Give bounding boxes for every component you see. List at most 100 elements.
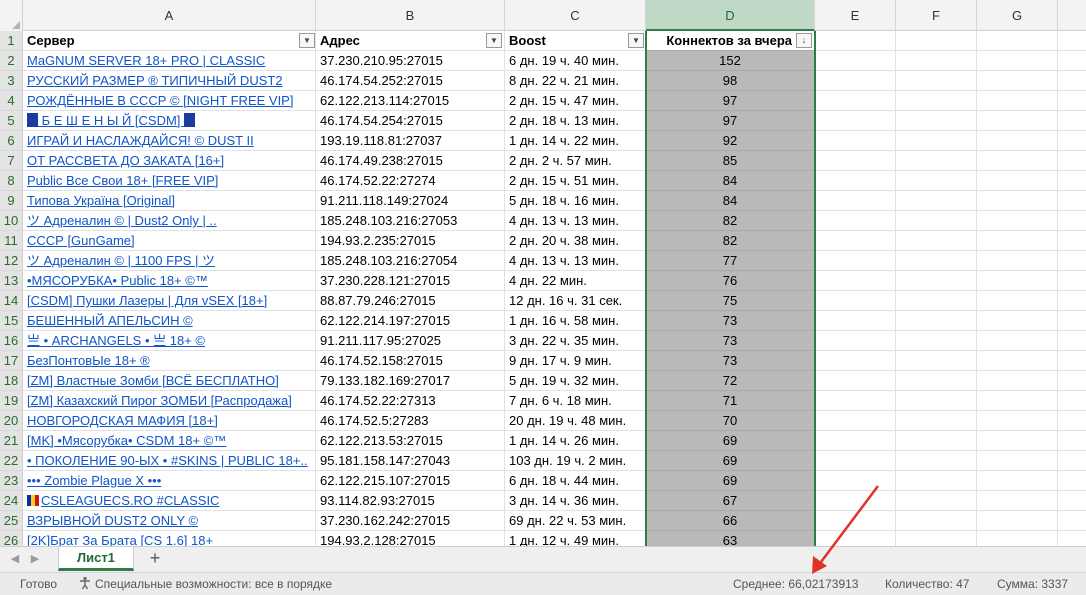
empty-cell[interactable] <box>977 471 1058 491</box>
address-cell[interactable]: 79.133.182.169:27017 <box>316 371 505 391</box>
empty-cell[interactable] <box>815 191 896 211</box>
boost-cell[interactable]: 2 дн. 18 ч. 13 мин. <box>505 111 646 131</box>
connects-cell[interactable]: 98 <box>646 71 815 91</box>
boost-cell[interactable]: 2 дн. 15 ч. 47 мин. <box>505 91 646 111</box>
server-link[interactable]: [CSDM] Пушки Лазеры | Для vSEX [18+] <box>23 291 316 311</box>
empty-cell[interactable] <box>977 211 1058 231</box>
empty-cell[interactable] <box>896 471 977 491</box>
empty-cell[interactable] <box>896 111 977 131</box>
server-link[interactable]: ツ Адреналин © | Dust2 Only | .. <box>23 211 316 231</box>
select-all-corner[interactable] <box>0 0 23 31</box>
header-server[interactable]: Сервер ▼ <box>23 31 316 51</box>
connects-cell[interactable]: 97 <box>646 91 815 111</box>
empty-cell[interactable] <box>896 31 977 51</box>
filter-dropdown-icon[interactable]: ▼ <box>486 33 502 48</box>
empty-cell[interactable] <box>1058 291 1086 311</box>
connects-cell[interactable]: 85 <box>646 151 815 171</box>
boost-cell[interactable]: 103 дн. 19 ч. 2 мин. <box>505 451 646 471</box>
boost-cell[interactable]: 7 дн. 6 ч. 18 мин. <box>505 391 646 411</box>
scroll-tabs-left-icon[interactable]: ◀ <box>8 552 22 566</box>
add-sheet-button[interactable]: + <box>145 549 165 569</box>
boost-cell[interactable]: 20 дн. 19 ч. 48 мин. <box>505 411 646 431</box>
connects-cell[interactable]: 84 <box>646 191 815 211</box>
row-number[interactable]: 20 <box>0 411 23 431</box>
empty-cell[interactable] <box>977 151 1058 171</box>
row-number[interactable]: 18 <box>0 371 23 391</box>
boost-cell[interactable]: 4 дн. 22 мин. <box>505 271 646 291</box>
server-link[interactable]: ОТ РАССВЕТА ДО ЗАКАТА [16+] <box>23 151 316 171</box>
column-header-h[interactable] <box>1058 0 1086 31</box>
address-cell[interactable]: 46.174.54.252:27015 <box>316 71 505 91</box>
empty-cell[interactable] <box>815 231 896 251</box>
empty-cell[interactable] <box>977 231 1058 251</box>
empty-cell[interactable] <box>1058 511 1086 531</box>
row-number[interactable]: 10 <box>0 211 23 231</box>
row-number[interactable]: 9 <box>0 191 23 211</box>
server-link[interactable]: ••• Zombie Plague X ••• <box>23 471 316 491</box>
server-link[interactable]: БезПонтовЫе 18+ ® <box>23 351 316 371</box>
row-number[interactable]: 11 <box>0 231 23 251</box>
empty-cell[interactable] <box>815 131 896 151</box>
connects-cell[interactable]: 92 <box>646 131 815 151</box>
empty-cell[interactable] <box>896 431 977 451</box>
empty-cell[interactable] <box>815 291 896 311</box>
connects-cell[interactable]: 97 <box>646 111 815 131</box>
accessibility-status[interactable]: Специальные возможности: все в порядке <box>78 573 332 595</box>
empty-cell[interactable] <box>977 491 1058 511</box>
row-number[interactable]: 14 <box>0 291 23 311</box>
empty-cell[interactable] <box>977 531 1058 546</box>
connects-cell[interactable]: 73 <box>646 311 815 331</box>
address-cell[interactable]: 46.174.52.158:27015 <box>316 351 505 371</box>
empty-cell[interactable] <box>896 191 977 211</box>
empty-cell[interactable] <box>977 311 1058 331</box>
empty-cell[interactable] <box>1058 191 1086 211</box>
empty-cell[interactable] <box>1058 171 1086 191</box>
empty-cell[interactable] <box>977 171 1058 191</box>
column-header-c[interactable]: C <box>505 0 646 31</box>
empty-cell[interactable] <box>977 251 1058 271</box>
empty-cell[interactable] <box>896 151 977 171</box>
server-link[interactable]: РУССКИЙ РАЗМЕР ® ТИПИЧНЫЙ DUST2 <box>23 71 316 91</box>
boost-cell[interactable]: 1 дн. 14 ч. 26 мин. <box>505 431 646 451</box>
empty-cell[interactable] <box>896 291 977 311</box>
connects-cell[interactable]: 75 <box>646 291 815 311</box>
empty-cell[interactable] <box>1058 131 1086 151</box>
empty-cell[interactable] <box>815 431 896 451</box>
server-link[interactable]: [ZM] Казахский Пирог ЗОМБИ [Распродажа] <box>23 391 316 411</box>
empty-cell[interactable] <box>896 511 977 531</box>
address-cell[interactable]: 194.93.2.235:27015 <box>316 231 505 251</box>
row-number[interactable]: 15 <box>0 311 23 331</box>
empty-cell[interactable] <box>815 531 896 546</box>
connects-cell[interactable]: 69 <box>646 431 815 451</box>
boost-cell[interactable]: 4 дн. 13 ч. 13 мин. <box>505 251 646 271</box>
empty-cell[interactable] <box>1058 331 1086 351</box>
empty-cell[interactable] <box>1058 311 1086 331</box>
boost-cell[interactable]: 2 дн. 20 ч. 38 мин. <box>505 231 646 251</box>
connects-cell[interactable]: 76 <box>646 271 815 291</box>
status-average[interactable]: Среднее: 66,02173913 <box>733 573 858 595</box>
address-cell[interactable]: 194.93.2.128:27015 <box>316 531 505 546</box>
boost-cell[interactable]: 3 дн. 14 ч. 36 мин. <box>505 491 646 511</box>
empty-cell[interactable] <box>977 291 1058 311</box>
row-number[interactable]: 17 <box>0 351 23 371</box>
server-link[interactable]: ИГРАЙ И НАСЛАЖДАЙСЯ! © DUST II <box>23 131 316 151</box>
server-link[interactable]: ツ Адреналин © | 1100 FPS | ツ <box>23 251 316 271</box>
row-number[interactable]: 26 <box>0 531 23 546</box>
address-cell[interactable]: 46.174.52.5:27283 <box>316 411 505 431</box>
address-cell[interactable]: 62.122.214.197:27015 <box>316 311 505 331</box>
header-connects[interactable]: Коннектов за вчера ↓ <box>646 31 815 51</box>
connects-cell[interactable]: 69 <box>646 471 815 491</box>
empty-cell[interactable] <box>815 71 896 91</box>
empty-cell[interactable] <box>1058 231 1086 251</box>
empty-cell[interactable] <box>815 391 896 411</box>
server-link[interactable]: Б Е Ш Е Н Ы Й [CSDM] <box>23 111 316 131</box>
empty-cell[interactable] <box>977 91 1058 111</box>
status-count[interactable]: Количество: 47 <box>885 573 969 595</box>
boost-cell[interactable]: 69 дн. 22 ч. 53 мин. <box>505 511 646 531</box>
address-cell[interactable]: 91.211.118.149:27024 <box>316 191 505 211</box>
empty-cell[interactable] <box>1058 151 1086 171</box>
row-number[interactable]: 5 <box>0 111 23 131</box>
address-cell[interactable]: 91.211.117.95:27025 <box>316 331 505 351</box>
server-link[interactable]: СССР [GunGame] <box>23 231 316 251</box>
empty-cell[interactable] <box>815 311 896 331</box>
